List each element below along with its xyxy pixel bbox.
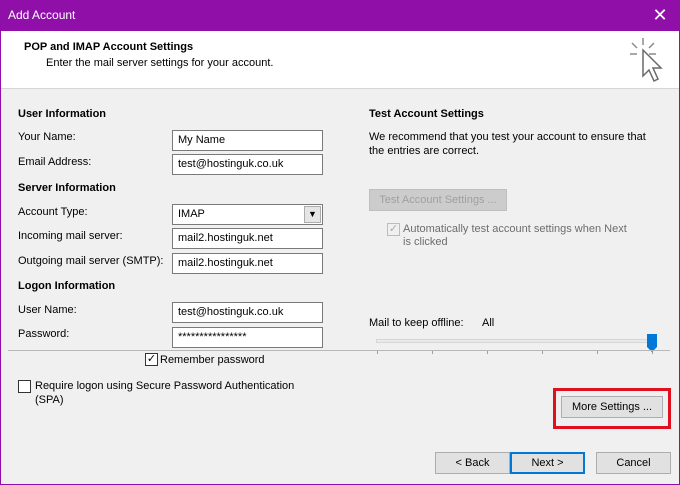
user-information-heading: User Information (18, 108, 107, 120)
test-account-settings-button[interactable]: Test Account Settings ... (369, 189, 507, 211)
window-title: Add Account (8, 8, 76, 22)
next-button[interactable]: Next > (510, 452, 585, 474)
email-address-input[interactable]: test@hostinguk.co.uk (172, 154, 323, 175)
outgoing-mail-server-input[interactable]: mail2.hostinguk.net (172, 253, 323, 274)
logon-information-heading: Logon Information (18, 280, 116, 292)
header-subtitle: Enter the mail server settings for your … (46, 57, 274, 69)
your-name-input[interactable]: My Name (172, 130, 323, 151)
back-button[interactable]: < Back (435, 452, 510, 474)
incoming-mail-server-label: Incoming mail server: (18, 230, 123, 242)
account-type-select[interactable]: IMAP ▼ (172, 204, 323, 225)
cancel-button[interactable]: Cancel (596, 452, 671, 474)
offline-slider-track[interactable] (376, 339, 656, 343)
click-cursor-icon (630, 38, 663, 83)
spa-label-line2: (SPA) (35, 394, 64, 406)
remember-password-checkbox[interactable]: ✓ (145, 353, 158, 366)
auto-test-label-line1: Automatically test account settings when… (403, 223, 627, 235)
auto-test-checkbox[interactable]: ✓ (387, 223, 400, 236)
account-type-label: Account Type: (18, 206, 88, 218)
test-description-line1: We recommend that you test your account … (369, 131, 646, 143)
outgoing-mail-server-label: Outgoing mail server (SMTP): (18, 255, 164, 267)
your-name-label: Your Name: (18, 131, 76, 143)
user-name-label: User Name: (18, 304, 77, 316)
mail-offline-label: Mail to keep offline: (369, 317, 464, 329)
remember-password-label: Remember password (160, 354, 265, 366)
email-address-label: Email Address: (18, 156, 92, 168)
user-name-input[interactable]: test@hostinguk.co.uk (172, 302, 323, 323)
server-information-heading: Server Information (18, 182, 116, 194)
chevron-down-icon[interactable]: ▼ (304, 206, 321, 223)
header-title: POP and IMAP Account Settings (24, 41, 194, 53)
dialog-header: POP and IMAP Account Settings Enter the … (1, 31, 679, 88)
password-label: Password: (18, 328, 70, 340)
password-input[interactable]: **************** (172, 327, 323, 348)
auto-test-label-line2: is clicked (403, 236, 448, 248)
footer-divider (8, 350, 670, 351)
mail-offline-value: All (482, 317, 495, 329)
test-description-line2: the entries are correct. (369, 145, 480, 157)
incoming-mail-server-input[interactable]: mail2.hostinguk.net (172, 228, 323, 249)
test-account-settings-heading: Test Account Settings (369, 108, 484, 120)
close-icon[interactable]: ✕ (640, 0, 680, 31)
highlight-box (553, 388, 671, 429)
title-bar: Add Account ✕ (0, 0, 680, 31)
account-type-value: IMAP (178, 208, 205, 220)
spa-label-line1: Require logon using Secure Password Auth… (35, 380, 295, 392)
spa-checkbox[interactable] (18, 380, 31, 393)
